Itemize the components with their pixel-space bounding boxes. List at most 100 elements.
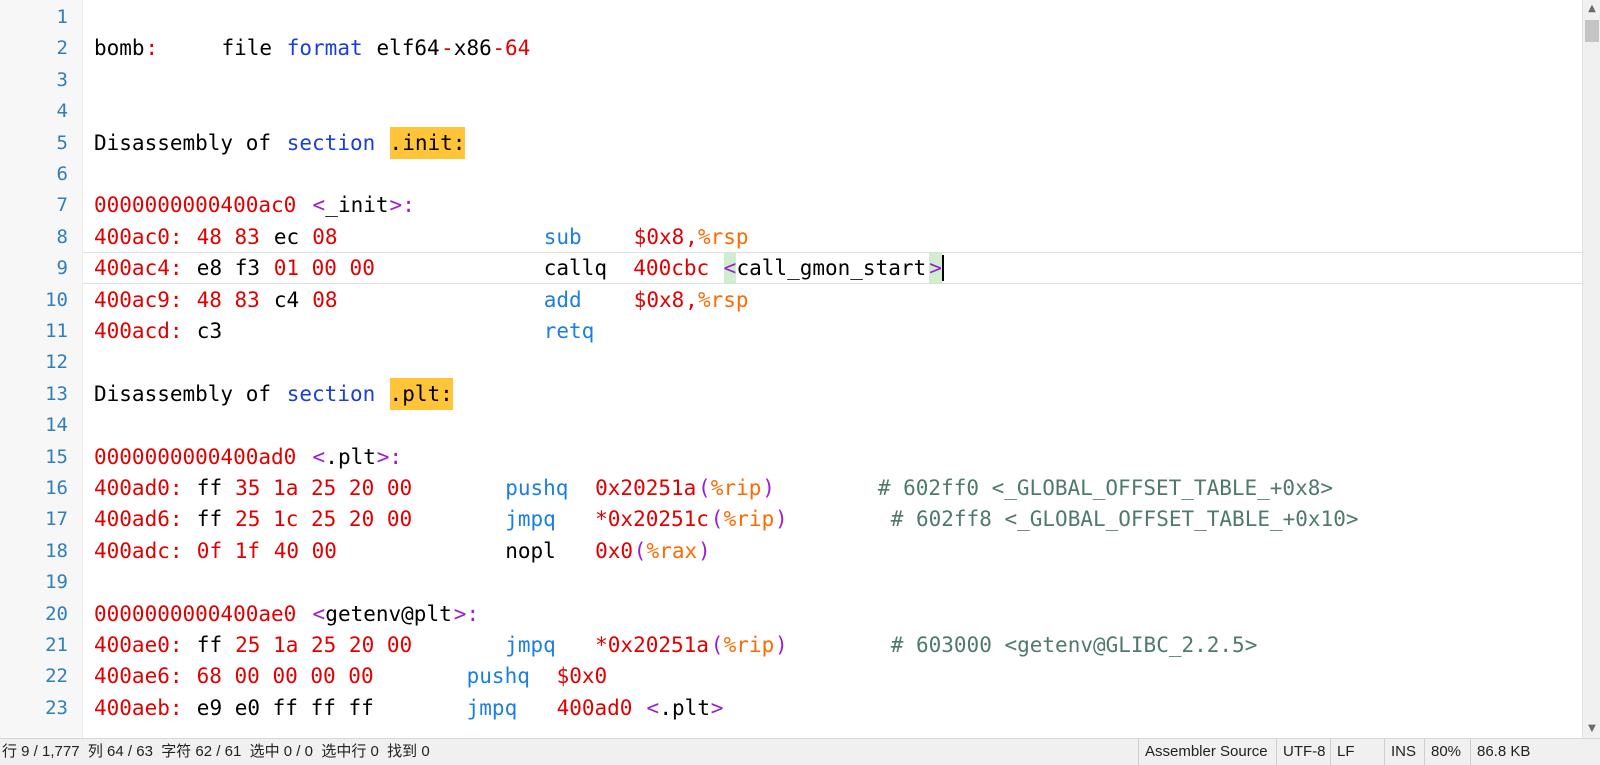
code-line[interactable]: 400ad0: ff 35 1a 25 20 00 pushq 0x20251a… xyxy=(94,472,1582,504)
code-token: 48 83 xyxy=(183,287,273,312)
cursor-position-status[interactable]: 行 9 / 1,777 列 64 / 63 字符 62 / 61 选中 0 / … xyxy=(2,739,430,765)
code-line[interactable]: Disassembly of section .plt: xyxy=(94,377,1582,410)
code-token: < xyxy=(312,193,326,218)
code-editor[interactable]: 1 2 3 4 5 6 7 8 9 10 11 12 13 14 15 16 17 18 19 20 21 22 23 bo… xyxy=(0,0,1582,738)
line-number: 16 xyxy=(45,477,68,499)
code-token: *0x20251a xyxy=(595,633,709,657)
code-line[interactable]: 400adc: 0f 1f 40 00 nopl 0x0(%rax) xyxy=(94,535,1582,567)
line-number: 10 xyxy=(45,288,68,311)
current-code-line[interactable]: 400ac4: e8 f3 01 00 00 callq 400cbc < cal… xyxy=(83,252,1582,285)
code-token: 0x0 xyxy=(595,538,634,563)
code-token: >: xyxy=(389,193,415,218)
code-line[interactable] xyxy=(94,346,1582,378)
code-line[interactable]: 400ac9: 48 83 c4 08 add $0x8, %rsp xyxy=(94,284,1582,316)
language-mode[interactable]: Assembler Source xyxy=(1138,739,1281,765)
code-token: 0000000000400ae0 xyxy=(94,601,297,626)
code-line[interactable] xyxy=(94,158,1582,190)
code-line[interactable]: 0000000000400ad0 < .plt >: xyxy=(94,441,1582,473)
code-token: ( xyxy=(710,633,724,657)
code-line[interactable]: 0000000000400ae0 < getenv@plt >: xyxy=(94,598,1582,630)
line-ending-status[interactable]: LF xyxy=(1330,739,1387,765)
zoom-status[interactable]: 80% xyxy=(1424,739,1473,765)
line-number: 11 xyxy=(45,320,68,342)
code-line[interactable]: 400ad6: ff 25 1c 25 20 00 jmpq *0x20251c… xyxy=(94,503,1582,535)
code-token: x86 xyxy=(453,36,492,61)
code-token: ) xyxy=(762,476,775,500)
line-number: 18 xyxy=(45,539,68,562)
code-token: > xyxy=(710,695,724,720)
code-token: $0x8 xyxy=(633,287,685,312)
code-token: format xyxy=(286,36,363,61)
scroll-up-icon[interactable]: ▲ xyxy=(1583,0,1600,18)
code-token: e8 f3 xyxy=(196,256,261,281)
code-token: jmpq xyxy=(466,695,518,720)
scroll-down-icon[interactable]: ▼ xyxy=(1583,720,1600,738)
code-line[interactable]: 400ac0: 48 83 ec 08 sub $0x8, %rsp xyxy=(94,221,1582,253)
code-line[interactable] xyxy=(94,1,1582,33)
code-token: ec xyxy=(273,224,300,249)
code-line[interactable] xyxy=(94,566,1582,598)
code-token: 01 00 00 xyxy=(261,256,375,281)
line-number: 6 xyxy=(56,163,68,185)
code-token: $0x8 xyxy=(633,224,685,249)
line-number: 12 xyxy=(45,351,68,374)
code-token: # 602ff0 <_GLOBAL_OFFSET_TABLE_+0x8> xyxy=(877,476,1333,500)
code-line[interactable]: 400aeb: e9 e0 ff ff ff jmpq 400ad0 < .plt… xyxy=(94,692,1582,724)
code-token: , xyxy=(685,224,698,249)
line-number: 2 xyxy=(56,37,68,60)
code-line[interactable]: 400ae0: ff 25 1a 25 20 00 jmpq *0x20251a… xyxy=(94,629,1582,661)
code-line[interactable] xyxy=(94,64,1582,96)
code-token: 25 1c 25 20 00 xyxy=(222,507,413,532)
code-token: - xyxy=(440,36,454,61)
code-token: add xyxy=(543,287,582,312)
vertical-scrollbar[interactable]: ▲ ▼ xyxy=(1582,0,1600,738)
code-token: 400ac9: xyxy=(94,287,183,312)
code-token: 40 00 xyxy=(261,538,337,563)
line-number: 5 xyxy=(56,131,68,154)
encoding-status[interactable]: UTF-8 xyxy=(1276,739,1335,765)
code-line[interactable]: bomb: file format elf64- x86 -64 xyxy=(94,32,1582,64)
code-token: bomb xyxy=(94,36,145,61)
code-line[interactable]: 400ae6: 68 00 00 00 00 pushq $0x0 xyxy=(94,660,1582,692)
code-token: < xyxy=(723,253,737,284)
code-token: 400cbc xyxy=(608,256,722,281)
code-token: < xyxy=(646,695,660,720)
code-token: %rip xyxy=(710,476,762,500)
code-line[interactable] xyxy=(94,95,1582,127)
code-token: > xyxy=(929,253,942,284)
code-line[interactable]: Disassembly of section .init: xyxy=(94,126,1582,159)
code-token: section xyxy=(286,381,376,406)
code-line[interactable]: 400acd: c3 retq xyxy=(94,315,1582,347)
code-token: pushq xyxy=(466,664,530,689)
code-token: ff xyxy=(196,476,223,500)
code-token: 25 1a 25 20 00 xyxy=(222,633,413,657)
code-token: .plt xyxy=(659,695,710,720)
code-token: # 602ff8 <_GLOBAL_OFFSET_TABLE_+0x10> xyxy=(890,507,1359,532)
code-token: jmpq xyxy=(505,633,556,657)
code-token: >: xyxy=(453,601,480,626)
code-token: 400ad0: xyxy=(94,476,183,500)
code-token: c4 xyxy=(273,287,300,312)
code-line[interactable] xyxy=(94,409,1582,441)
code-token: .init: xyxy=(389,126,466,159)
code-line[interactable]: 0000000000400ac0 < _init >: xyxy=(94,189,1582,221)
line-number-gutter[interactable]: 1 2 3 4 5 6 7 8 9 10 11 12 13 14 15 16 17 18 19 20 21 22 23 xyxy=(0,0,83,738)
line-number: 7 xyxy=(56,194,68,217)
insert-mode-status[interactable]: INS xyxy=(1384,739,1427,765)
code-token: 400adc: xyxy=(94,538,183,563)
code-token: e9 e0 ff ff ff xyxy=(196,695,374,720)
scrollbar-thumb[interactable] xyxy=(1585,20,1599,42)
code-token: pushq xyxy=(505,476,569,500)
